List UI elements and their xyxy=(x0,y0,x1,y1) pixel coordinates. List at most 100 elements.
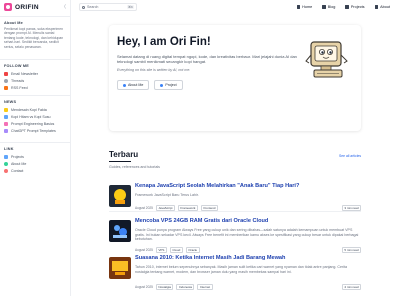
coffee-icon xyxy=(4,114,8,119)
nav-home[interactable]: Home xyxy=(296,5,313,9)
nav-about-label: About xyxy=(380,5,390,9)
post-meta: August 2025 VPS Cloud Oracle xyxy=(135,247,200,253)
post-excerpt: Framework JavaScript Baru Terus Lahir. xyxy=(135,193,199,197)
post-card[interactable]: Suasana 2010: Ketika Internet Masih Jadi… xyxy=(109,255,361,295)
threads-icon xyxy=(4,78,8,83)
info-icon xyxy=(374,5,379,9)
news-item[interactable]: Prompt Engineering Basics xyxy=(0,120,70,127)
hero-card: Hey, I am Ori Fin! Selamat datang di rua… xyxy=(109,25,361,131)
follow-threads-label: Threads xyxy=(11,78,25,83)
link-about[interactable]: About Me xyxy=(0,160,70,167)
cloud-thumbnail-icon xyxy=(109,220,131,242)
post-tag[interactable]: Indonesia xyxy=(176,284,195,290)
divider xyxy=(109,211,361,212)
post-tag[interactable]: Internet xyxy=(197,284,213,290)
post-tag[interactable]: Oracle xyxy=(185,247,200,253)
divider xyxy=(0,142,70,143)
nav-blog-label: Blog xyxy=(327,5,336,9)
follow-email[interactable]: Email Newsletter xyxy=(0,70,70,77)
prompt-icon xyxy=(4,121,8,126)
computer-mascot-icon xyxy=(305,41,348,78)
link-contact[interactable]: Contact xyxy=(0,167,70,174)
search-input[interactable]: Search ⌘K xyxy=(79,3,137,11)
post-tag[interactable]: VPS xyxy=(155,247,167,253)
news-item[interactable]: ChatGPT Prompt Templates xyxy=(0,127,70,134)
about-heading: About Me xyxy=(4,21,23,25)
news-item-label: Prompt Engineering Basics xyxy=(11,121,55,126)
news-item-label: Kopi Hitam vs Kopi Susu xyxy=(11,114,51,119)
link-heading: LINK xyxy=(4,147,14,151)
follow-threads[interactable]: Threads xyxy=(0,77,70,84)
project-button[interactable]: Project xyxy=(154,80,183,90)
divider xyxy=(0,59,70,60)
coffee-icon xyxy=(4,107,8,112)
rss-icon xyxy=(4,85,8,90)
post-card[interactable]: Kenapa JavaScript Seolah Melahirkan "Ana… xyxy=(109,183,361,223)
divider xyxy=(0,16,70,17)
sidebar: ORIFIN ⟨ About Me Penikmat kopi panas, s… xyxy=(0,0,71,296)
folder-icon xyxy=(160,83,164,87)
search-shortcut: ⌘K xyxy=(126,5,134,9)
post-title[interactable]: Mencoba VPS 24GB RAM Gratis dari Oracle … xyxy=(135,218,268,224)
javascript-thumbnail-icon xyxy=(109,185,131,207)
post-date: August 2025 xyxy=(135,206,153,210)
post-tag[interactable]: Cloud xyxy=(169,247,183,253)
follow-rss[interactable]: RSS Feed xyxy=(0,84,70,91)
about-me-button-label: About Me xyxy=(128,83,144,87)
link-about-label: About Me xyxy=(11,161,27,166)
post-date: August 2025 xyxy=(135,248,153,252)
about-me-button[interactable]: About Me xyxy=(117,80,150,90)
post-excerpt: Tahun 2010, internet belum sepenuhnya se… xyxy=(135,265,347,274)
projects-icon xyxy=(345,5,349,9)
search-icon xyxy=(82,5,85,9)
link-contact-label: Contact xyxy=(11,168,24,173)
divider xyxy=(0,95,70,96)
user-icon xyxy=(4,161,8,166)
link-projects[interactable]: Projects xyxy=(0,153,70,160)
mail-icon xyxy=(4,168,8,173)
user-icon xyxy=(123,83,126,87)
prompt-icon xyxy=(4,128,8,133)
nav-about[interactable]: About xyxy=(374,5,390,9)
top-bar: Search ⌘K Home Blog Projects About xyxy=(71,0,400,14)
link-projects-label: Projects xyxy=(11,154,24,159)
see-all-link[interactable]: See all articles xyxy=(339,154,361,158)
follow-heading: FOLLOW ME xyxy=(4,64,29,68)
search-placeholder: Search xyxy=(87,5,99,9)
read-time-badge: 5 min read xyxy=(341,247,361,253)
nostalgia-thumbnail-icon xyxy=(109,257,131,279)
news-item[interactable]: Kopi Hitam vs Kopi Susu xyxy=(0,113,70,120)
brand[interactable]: ORIFIN ⟨ xyxy=(0,0,70,14)
post-meta: August 2025 Nostalgia Indonesia Internet xyxy=(135,284,213,290)
project-button-label: Project xyxy=(165,83,177,87)
section-subtitle: Guides, references and tutorials xyxy=(109,165,160,169)
post-title[interactable]: Kenapa JavaScript Seolah Melahirkan "Ana… xyxy=(135,183,299,189)
news-item-label: Mendesain Kopi Fakta xyxy=(11,107,47,112)
nav-projects[interactable]: Projects xyxy=(345,5,365,9)
blog-icon xyxy=(322,5,326,9)
news-heading: NEWS xyxy=(4,100,17,104)
hero-description: Selamat datang di ruang digital tempat n… xyxy=(117,54,297,64)
nav-home-label: Home xyxy=(302,5,313,9)
nav-blog[interactable]: Blog xyxy=(322,5,335,9)
folder-icon xyxy=(4,154,8,159)
news-item[interactable]: Mendesain Kopi Fakta xyxy=(0,106,70,113)
follow-email-label: Email Newsletter xyxy=(11,71,38,76)
post-card[interactable]: Mencoba VPS 24GB RAM Gratis dari Oracle … xyxy=(109,218,361,258)
main-nav: Home Blog Projects About xyxy=(296,5,390,9)
logo-icon xyxy=(4,3,12,11)
about-text: Penikmat kopi panas, suka eksperimen den… xyxy=(4,27,64,49)
email-icon xyxy=(4,71,8,76)
read-time-badge: 4 min read xyxy=(341,284,361,290)
post-title[interactable]: Suasana 2010: Ketika Internet Masih Jadi… xyxy=(135,255,285,261)
brand-name: ORIFIN xyxy=(15,3,39,11)
post-date: August 2025 xyxy=(135,285,153,289)
section-underline xyxy=(109,161,131,162)
follow-rss-label: RSS Feed xyxy=(11,85,28,90)
section-title: Terbaru xyxy=(109,150,139,159)
home-icon xyxy=(296,5,301,9)
collapse-icon[interactable]: ⟨ xyxy=(64,4,66,10)
post-excerpt: Oracle Cloud punya program Always Free y… xyxy=(135,228,359,242)
news-item-label: ChatGPT Prompt Templates xyxy=(11,128,56,133)
post-tag[interactable]: Nostalgia xyxy=(155,284,174,290)
